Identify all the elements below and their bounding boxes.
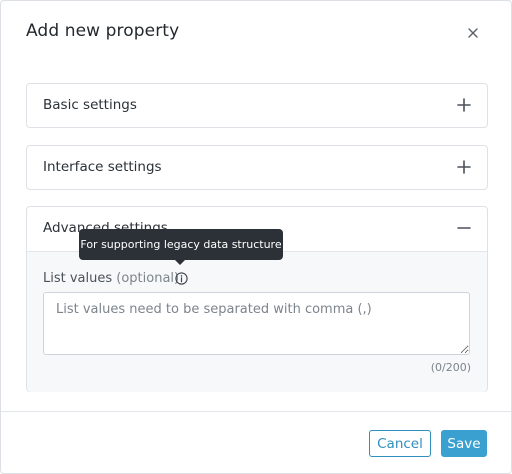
modal-header: Add new property: [1, 1, 511, 63]
close-icon: [463, 23, 483, 43]
plus-icon[interactable]: [457, 160, 471, 174]
section-interface-settings: Interface settings: [26, 145, 488, 190]
cancel-button[interactable]: Cancel: [369, 430, 431, 457]
info-tooltip: For supporting legacy data structure: [79, 229, 283, 265]
list-values-label: List values (optional): [43, 271, 179, 286]
minus-icon[interactable]: [457, 221, 471, 235]
advanced-settings-body: List values (optional) (0/200): [27, 251, 487, 392]
save-button[interactable]: Save: [441, 430, 487, 457]
section-interface-settings-header[interactable]: Interface settings: [27, 146, 487, 189]
close-button[interactable]: [463, 23, 483, 43]
plus-icon[interactable]: [457, 98, 471, 112]
optional-text: (optional): [116, 271, 180, 286]
modal-title: Add new property: [26, 21, 180, 41]
section-label: Interface settings: [43, 159, 162, 175]
modal-footer: Cancel Save: [1, 411, 511, 474]
section-basic-settings: Basic settings: [26, 83, 488, 128]
character-counter: (0/200): [430, 361, 471, 374]
section-basic-settings-header[interactable]: Basic settings: [27, 84, 487, 127]
info-icon[interactable]: [175, 272, 188, 285]
field-label-text: List values: [43, 271, 113, 286]
section-label: Basic settings: [43, 97, 137, 113]
list-values-input[interactable]: [43, 292, 470, 355]
